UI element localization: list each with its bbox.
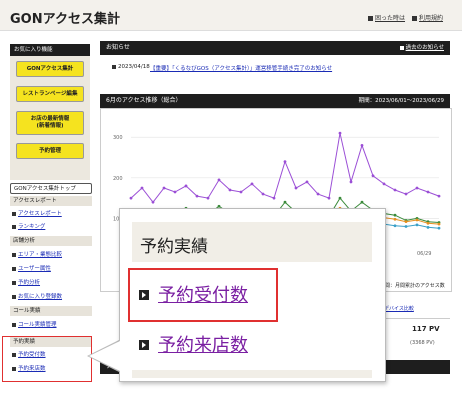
- past-news-label: 過去のお知らせ: [405, 45, 444, 51]
- fav-button-reservation[interactable]: 予約管理: [16, 143, 84, 159]
- chart-series-line: [130, 133, 440, 204]
- chart-point: [228, 188, 232, 192]
- sidebar-link-label: エリア・業態比較: [18, 252, 63, 258]
- chart-point: [338, 196, 342, 200]
- fav-button-news[interactable]: お店の最新情報 (新着情報): [16, 111, 84, 135]
- stats-pv-total: (3368 PV): [410, 340, 435, 346]
- chart-point: [426, 221, 430, 225]
- fav-button-access[interactable]: GONアクセス集計: [16, 61, 84, 77]
- chart-y-tick-label: 200: [113, 176, 123, 182]
- stats-caption: 期間：月間累計のアクセス数: [380, 283, 445, 289]
- help-link-label: 困った時は: [375, 15, 406, 22]
- sidebar-link-call-management[interactable]: コール実績管理: [12, 320, 57, 328]
- chart-point: [283, 200, 287, 204]
- callout-link-reservation-visits[interactable]: 予約来店数: [158, 331, 248, 357]
- chart-point: [404, 192, 408, 196]
- chart-bar-title: 6月のアクセス推移（総合）: [106, 97, 182, 104]
- chart-point: [393, 224, 397, 228]
- section-access-report: アクセスレポート: [10, 196, 92, 206]
- arrow-bullet-icon: [139, 340, 149, 350]
- chart-point: [404, 220, 408, 224]
- chart-point: [360, 200, 364, 204]
- chart-point: [393, 217, 397, 221]
- sidebar-link-label: お気に入り登録数: [18, 294, 63, 300]
- stats-pv-value: 117 PV: [412, 325, 440, 333]
- chart-point: [173, 190, 177, 194]
- chart-point: [140, 186, 144, 190]
- chart-point: [382, 182, 386, 186]
- chart-point: [272, 196, 276, 200]
- chart-point: [426, 190, 430, 194]
- callout-footer: [132, 370, 372, 378]
- highlight-box-sidebar: [2, 336, 92, 382]
- chart-point: [206, 196, 210, 200]
- chart-point: [129, 196, 133, 200]
- chart-point: [327, 196, 331, 200]
- chart-x-tick-label: 06/29: [417, 251, 431, 257]
- chart-bar: 6月のアクセス推移（総合） 期間：2023/06/01～2023/06/29: [100, 94, 450, 108]
- chart-point: [261, 192, 265, 196]
- section-call-results: コール実績: [10, 306, 92, 316]
- sidebar-link-ranking[interactable]: ランキング: [12, 222, 45, 230]
- callout-pointer-fill: [89, 341, 120, 371]
- sidebar-link-user-attrs[interactable]: ユーザー属性: [12, 264, 51, 272]
- chart-point: [360, 143, 364, 147]
- sidebar-link-label: 予約分析: [18, 280, 41, 286]
- callout-title: 予約実績: [140, 237, 208, 257]
- news-item-link[interactable]: 【重要】「くるなびGOS（アクセス集計）」運営移管手続き完了のお知らせ: [150, 64, 332, 72]
- sidebar-link-label: アクセスレポート: [18, 211, 62, 217]
- chart-point: [349, 180, 353, 184]
- chart-y-tick-label: 300: [113, 135, 123, 141]
- news-bar-title: お知らせ: [106, 44, 130, 51]
- chart-point: [316, 192, 320, 196]
- chart-point: [415, 223, 419, 227]
- chart-period: 期間：2023/06/01～2023/06/29: [358, 98, 444, 104]
- section-store-analysis: 店舗分析: [10, 236, 92, 246]
- terms-link-label: 利用規約: [419, 15, 444, 22]
- app-title: GONアクセス集計: [10, 12, 120, 27]
- chart-point: [437, 194, 441, 198]
- chart-point: [283, 160, 287, 163]
- access-top-link[interactable]: GONアクセス集計トップ: [10, 183, 92, 194]
- sidebar-link-favorites-count[interactable]: お気に入り登録数: [12, 292, 62, 300]
- news-bar: お知らせ 過去のお知らせ: [100, 41, 450, 55]
- terms-link[interactable]: 利用規約: [412, 13, 443, 22]
- help-link[interactable]: 困った時は: [368, 13, 405, 22]
- chart-point: [151, 200, 155, 204]
- stats-divider: [380, 318, 450, 319]
- favorites-title: お気に入り機能: [10, 44, 90, 56]
- sidebar-link-area-compare[interactable]: エリア・業態比較: [12, 250, 62, 258]
- chart-point: [371, 174, 375, 178]
- chart-point: [415, 186, 419, 190]
- sidebar-link-reservation-analysis[interactable]: 予約分析: [12, 278, 40, 286]
- chart-point: [426, 225, 430, 229]
- chart-point: [250, 182, 254, 186]
- fav-button-restaurant-edit[interactable]: レストランページ編集: [16, 86, 84, 102]
- highlight-box-callout: [128, 268, 278, 322]
- chart-point: [393, 188, 397, 192]
- chart-point: [393, 213, 397, 217]
- sidebar-link-access-report[interactable]: アクセスレポート: [12, 209, 62, 217]
- chart-point: [195, 194, 199, 198]
- device-compare-link[interactable]: デバイス比較: [384, 305, 414, 312]
- chart-point: [162, 186, 166, 190]
- chart-point: [294, 186, 298, 190]
- chart-point: [217, 178, 221, 182]
- chart-point: [305, 180, 309, 184]
- chart-point: [437, 226, 441, 230]
- chart-point: [415, 218, 419, 222]
- chart-point: [239, 190, 243, 194]
- news-date: 2023/04/18: [112, 64, 150, 70]
- sidebar-link-label: コール実績管理: [18, 322, 57, 328]
- chart-point: [338, 131, 342, 135]
- chart-point: [437, 222, 441, 226]
- past-news-link[interactable]: 過去のお知らせ: [399, 41, 444, 55]
- sidebar-link-label: ユーザー属性: [18, 266, 51, 272]
- chart-point: [184, 184, 188, 188]
- news-date-text: 2023/04/18: [118, 64, 150, 70]
- sidebar-link-label: ランキング: [18, 224, 46, 230]
- chart-point: [404, 225, 408, 228]
